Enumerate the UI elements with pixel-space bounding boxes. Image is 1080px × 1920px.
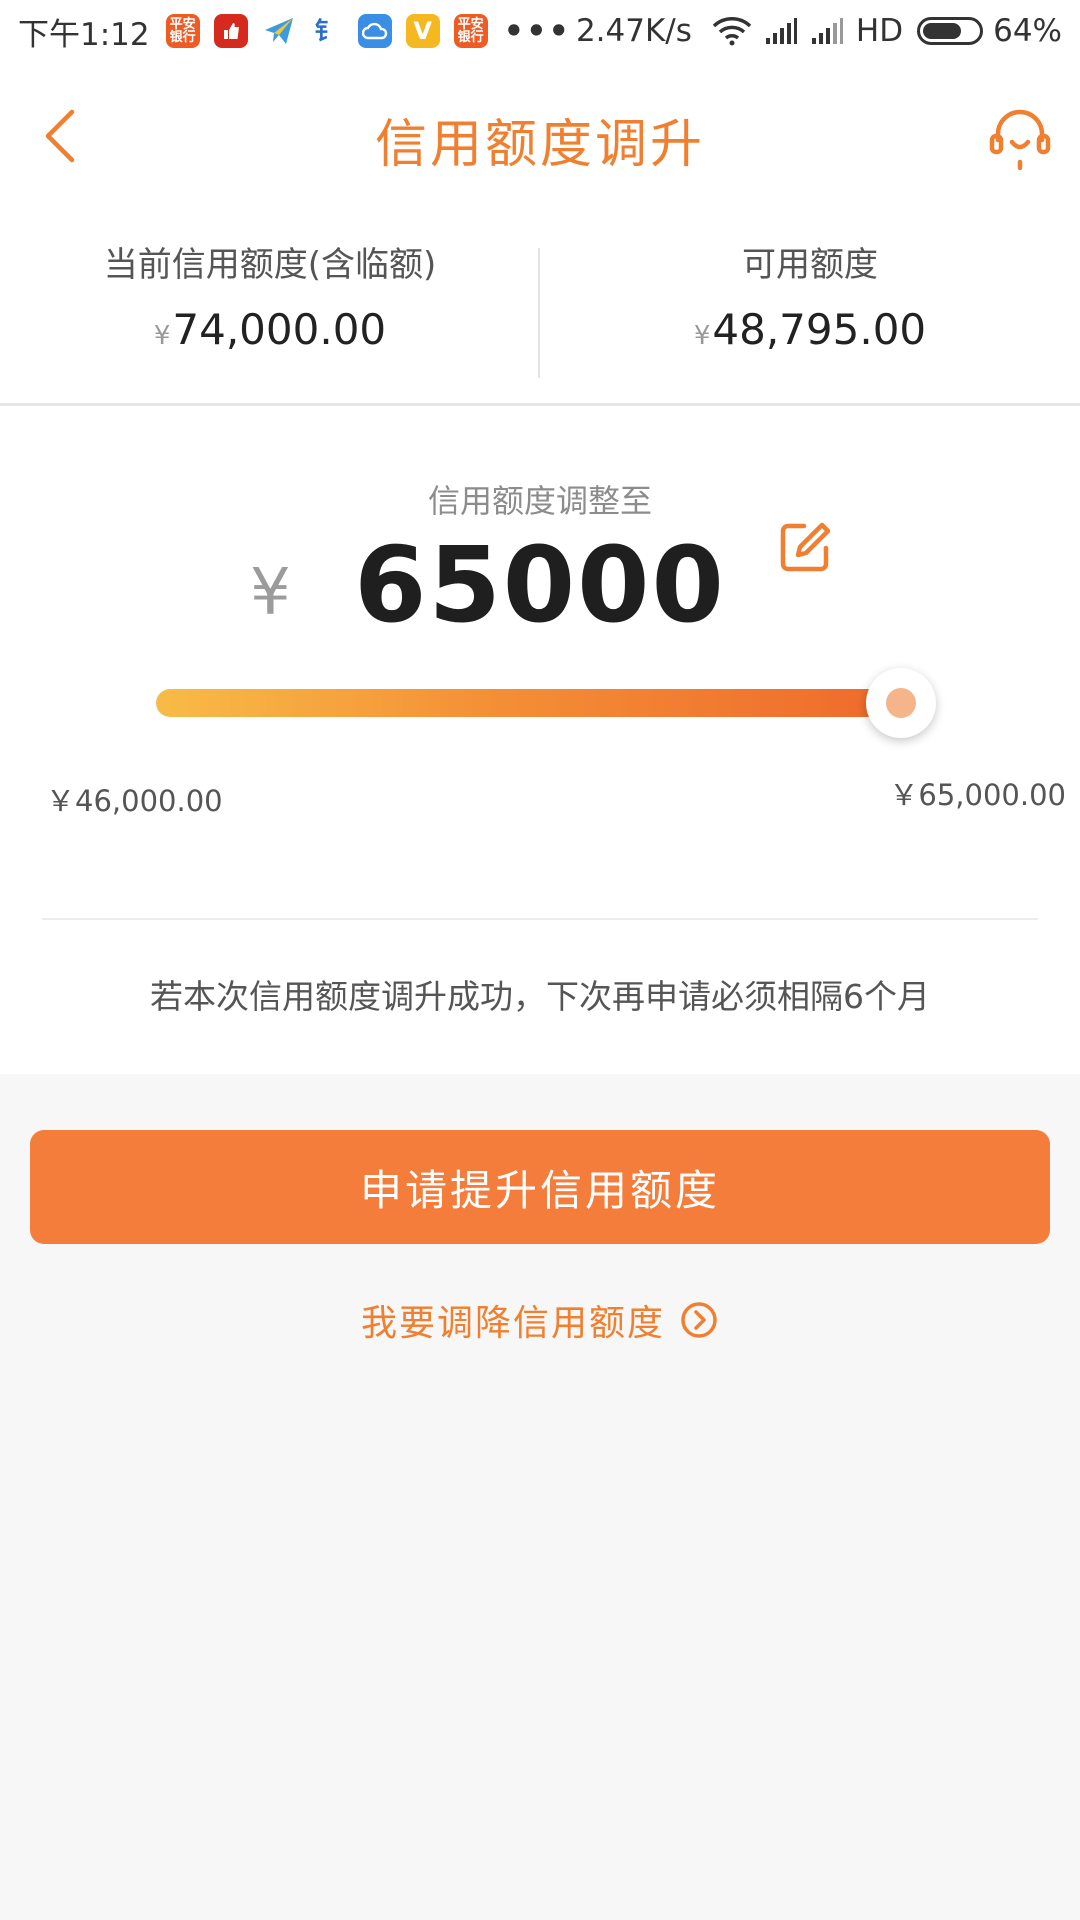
edit-icon[interactable] — [778, 520, 832, 574]
section-divider — [42, 918, 1038, 920]
pingan-bank-icon: 平安 银行 — [165, 14, 200, 48]
chevron-right-circle-icon — [681, 1302, 717, 1338]
wifi-icon — [712, 17, 752, 46]
available-limit-value: 48,795.00 — [712, 305, 927, 354]
status-time: 下午1:12 — [18, 16, 150, 53]
current-limit-value-row: ¥74,000.00 — [0, 302, 540, 358]
apply-increase-button[interactable]: 申请提升信用额度 — [30, 1130, 1050, 1244]
status-bar: 下午1:12 平安 银行 钅 V 平安 银行 ••• 2.47K/s HD 64… — [0, 0, 1080, 62]
current-limit-label: 当前信用额度(含临额) — [103, 245, 437, 285]
limit-slider-handle[interactable] — [866, 668, 936, 738]
signal-icon-2 — [811, 18, 843, 44]
adjust-section: 信用额度调整至 ¥ 65000 ￥46,000.00 ￥65,000.00 若本… — [0, 406, 1080, 1074]
limit-slider-track[interactable] — [156, 689, 936, 717]
decrease-limit-link[interactable]: 我要调降信用额度 — [0, 1294, 1080, 1346]
status-right: 2.47K/s HD 64% — [576, 13, 1062, 49]
pingan-bank-icon-2: 平安 银行 — [453, 14, 488, 48]
battery-icon — [917, 17, 984, 45]
currency-symbol: ¥ — [693, 321, 711, 351]
available-limit: 可用额度 ¥48,795.00 — [540, 242, 1080, 358]
limit-slider-fill — [156, 689, 901, 717]
more-notifications-icon: ••• — [503, 12, 571, 50]
current-limit-value: 74,000.00 — [172, 305, 387, 354]
available-limit-label: 可用额度 — [742, 245, 878, 285]
vip-app-icon: V — [405, 14, 440, 48]
thumb-app-icon — [213, 14, 248, 48]
hd-indicator: HD — [855, 13, 904, 49]
credit-summary: 当前信用额度(含临额) ¥74,000.00 可用额度 ¥48,795.00 — [0, 212, 1080, 406]
slider-min-label: ￥46,000.00 — [46, 784, 223, 818]
currency-symbol: ¥ — [153, 321, 171, 351]
adjust-label: 信用额度调整至 — [427, 482, 652, 520]
target-amount[interactable]: 65000 — [0, 524, 1080, 646]
decrease-limit-label: 我要调降信用额度 — [360, 1303, 665, 1344]
notification-icons: 平安 银行 钅 V 平安 银行 ••• — [165, 12, 571, 50]
available-limit-value-row: ¥48,795.00 — [540, 302, 1080, 358]
paper-plane-icon — [261, 14, 296, 48]
cloud-app-icon — [357, 14, 392, 48]
battery-percent: 64% — [993, 13, 1062, 49]
page-header: 信用额度调升 — [0, 62, 1080, 212]
customer-service-icon[interactable] — [986, 106, 1054, 170]
network-speed: 2.47K/s — [575, 13, 692, 49]
signal-icon — [765, 18, 797, 44]
current-limit: 当前信用额度(含临额) ¥74,000.00 — [0, 242, 540, 358]
page-title: 信用额度调升 — [374, 115, 705, 175]
reapply-notice: 若本次信用额度调升成功，下次再申请必须相隔6个月 — [150, 977, 930, 1016]
slider-max-label: ￥65,000.00 — [889, 778, 1066, 812]
huabei-icon: 钅 — [309, 14, 344, 48]
